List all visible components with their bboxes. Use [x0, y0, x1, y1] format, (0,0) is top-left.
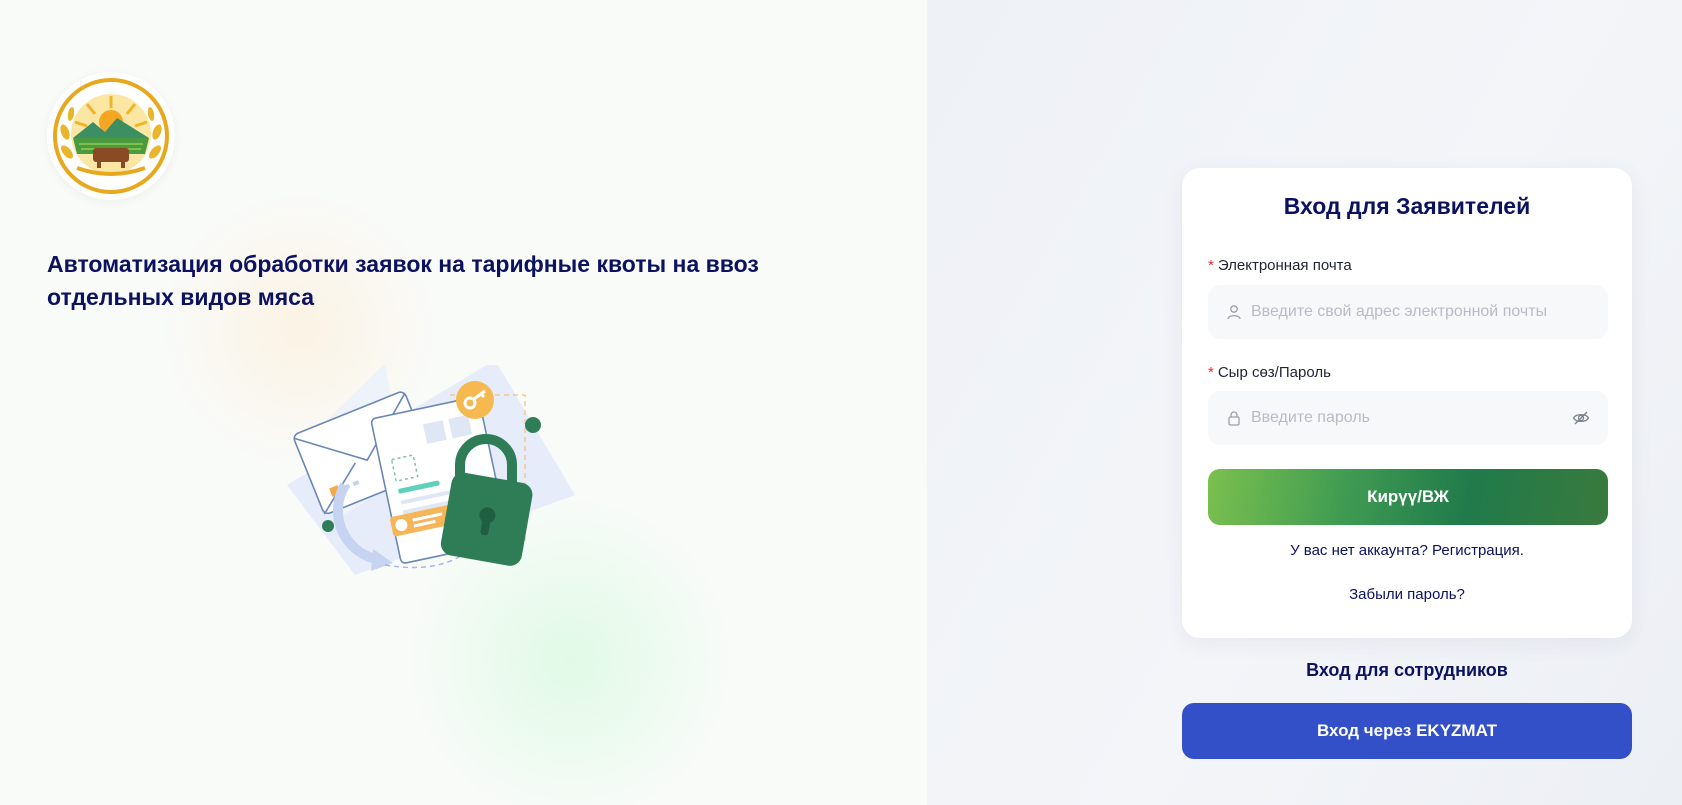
eye-off-icon[interactable] — [1572, 409, 1590, 427]
page-subtitle: Автоматизация обработки заявок на тарифн… — [47, 251, 759, 310]
login-card: Вход для Заявителей *Электронная почта *… — [1182, 168, 1632, 638]
left-panel: Автоматизация обработки заявок на тарифн… — [0, 0, 927, 805]
email-field[interactable] — [1249, 302, 1590, 322]
staff-login-title: Вход для сотрудников — [1306, 660, 1508, 680]
password-field[interactable] — [1249, 408, 1572, 428]
required-mark: * — [1208, 257, 1214, 274]
password-label-text: Сыр сөз/Пароль — [1217, 364, 1331, 381]
ekyzmat-login-button[interactable]: Вход через EKYZMAT — [1182, 703, 1632, 759]
secure-documents-lock-illustration — [285, 360, 605, 610]
password-label: * Сыр сөз/Пароль — [1208, 364, 1331, 381]
email-label: * Электронная почта — [1208, 257, 1352, 274]
user-icon — [1226, 304, 1242, 320]
forgot-password-link[interactable]: Забыли пароль? — [1182, 586, 1632, 603]
lock-icon — [1226, 410, 1242, 426]
email-field-container — [1208, 285, 1608, 339]
email-label-text: Электронная почта — [1217, 257, 1352, 274]
password-field-container — [1208, 391, 1608, 445]
emblem-logo — [47, 72, 175, 200]
login-title: Вход для Заявителей — [1283, 193, 1531, 219]
register-link[interactable]: У вас нет аккаунта? Регистрация. — [1182, 542, 1632, 559]
login-button[interactable]: Кирүү/ВЖ — [1208, 469, 1608, 525]
required-mark: * — [1208, 364, 1214, 381]
